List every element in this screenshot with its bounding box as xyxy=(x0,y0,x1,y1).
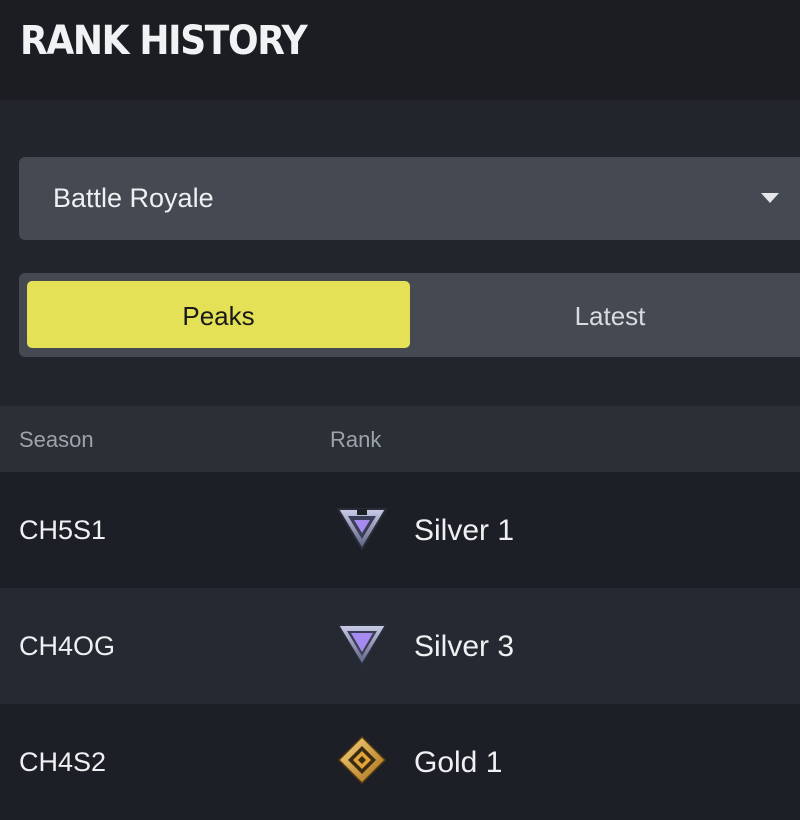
season-cell: CH5S1 xyxy=(19,515,107,545)
gold-rank-icon xyxy=(335,735,389,785)
rank-history-panel: RANK HISTORY Battle Royale Peaks Latest … xyxy=(0,0,800,820)
latest-tab-label: Latest xyxy=(574,301,646,331)
season-cell: CH4OG xyxy=(19,631,116,661)
mode-dropdown-value: Battle Royale xyxy=(53,183,214,213)
rank-cell: Gold 1 xyxy=(414,746,503,779)
silver-rank-icon xyxy=(335,503,389,553)
page-title: RANK HISTORY xyxy=(20,18,308,64)
silver-rank-icon xyxy=(335,619,389,669)
rank-cell: Silver 3 xyxy=(414,630,515,663)
mode-dropdown[interactable]: Battle Royale xyxy=(19,157,800,240)
header-bar: RANK HISTORY xyxy=(0,0,800,100)
season-cell: CH4S2 xyxy=(19,747,107,777)
caret-down-icon xyxy=(761,193,779,203)
table-row: CH4S2 Gold 1 xyxy=(0,704,800,820)
table-row: CH5S1 Silver 1 xyxy=(0,472,800,588)
controls-area xyxy=(0,100,800,406)
peaks-tab[interactable]: Peaks xyxy=(27,281,410,348)
peaks-tab-label: Peaks xyxy=(182,301,255,331)
season-column-header: Season xyxy=(19,427,94,452)
latest-tab[interactable]: Latest xyxy=(410,281,800,348)
table-header: Season Rank xyxy=(0,406,800,472)
view-toggle: Peaks Latest xyxy=(19,273,800,357)
rank-column-header: Rank xyxy=(330,427,382,452)
rank-cell: Silver 1 xyxy=(414,514,515,547)
table-row: CH4OG Silver 3 xyxy=(0,588,800,704)
